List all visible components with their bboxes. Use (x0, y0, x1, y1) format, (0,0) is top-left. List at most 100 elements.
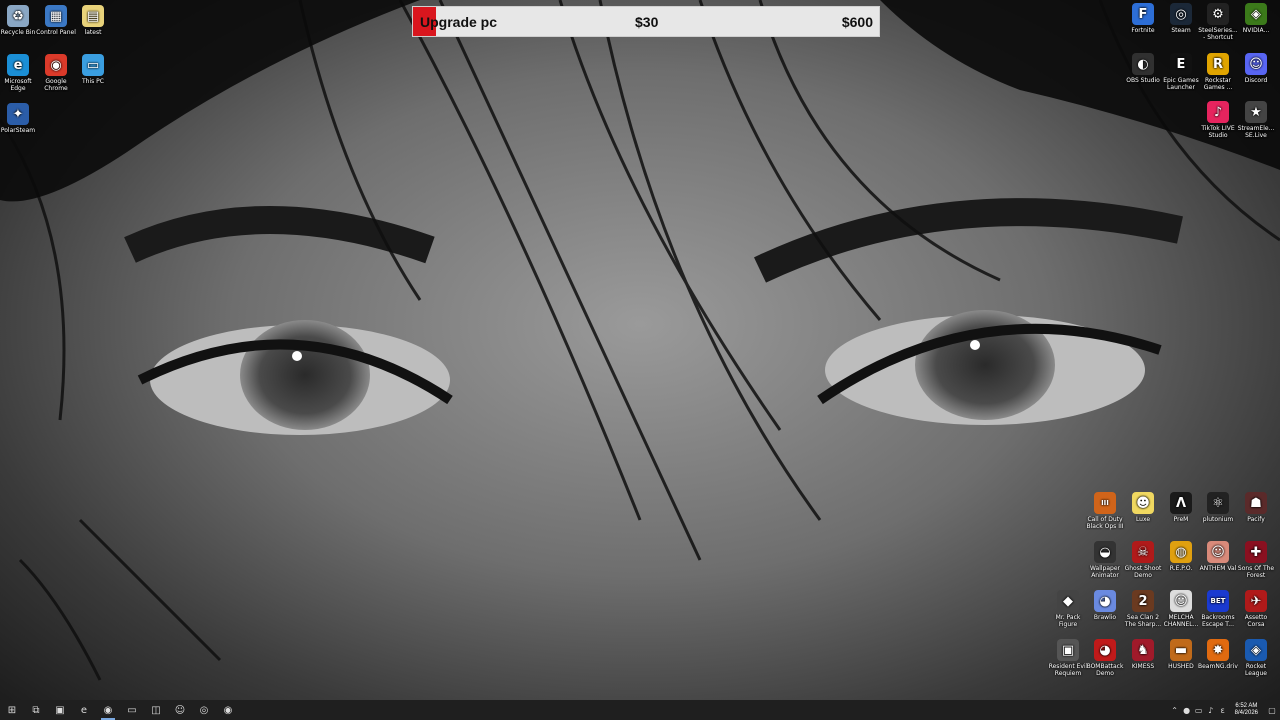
desktop-icon-label: Ghost Shoot Demo (1124, 565, 1162, 579)
desktop-icon-sea-sharp[interactable]: 2 Sea Clan 2 The Sharp... (1123, 590, 1163, 628)
taskbar-record[interactable]: ◉ (216, 700, 240, 720)
chevron-up-icon[interactable]: ⌃ (1169, 706, 1181, 715)
taskbar-task-view[interactable]: ⧉ (24, 700, 48, 720)
edge-icon: e (7, 54, 29, 76)
desktop-icon-label: ANTHEM Val (1199, 565, 1237, 572)
desktop-icon-label: Epic Games Launcher (1163, 77, 1199, 91)
notification-icon[interactable]: ▢ (1264, 706, 1280, 715)
desktop-icon-pacify[interactable]: ☗ Pacify (1236, 492, 1276, 523)
repo-icon: ◍ (1170, 541, 1192, 563)
ghost-demo-icon: ☠ (1132, 541, 1154, 563)
backrooms-icon: BET (1207, 590, 1229, 612)
desktop-icon-label: Wallpaper Animator (1089, 565, 1120, 579)
desktop-icon-hushed[interactable]: ▬ HUSHED (1161, 639, 1201, 670)
desktop-icon-label: Rocket League (1245, 663, 1267, 677)
streamelements-icon: ★ (1245, 101, 1267, 123)
desktop-icon-melonchat[interactable]: ☺ MELCHA CHANNEL... (1161, 590, 1201, 628)
bombattack-icon: ◕ (1094, 639, 1116, 661)
desktop-icon-label: Fortnite (1131, 27, 1155, 34)
desktop-icon-backrooms[interactable]: BET Backrooms Escape T... (1198, 590, 1238, 628)
desktop-icon-edge[interactable]: e Microsoft Edge (0, 54, 38, 92)
taskbar-steam[interactable]: ◎ (192, 700, 216, 720)
desktop-icon-label: Control Panel (36, 29, 76, 36)
taskbar-edge[interactable]: e (72, 700, 96, 720)
goal-title: Upgrade pc (420, 14, 498, 30)
desktop-icon-chrome[interactable]: ◉ Google Chrome (36, 54, 76, 92)
taskbar-explorer[interactable]: ▭ (120, 700, 144, 720)
mr-pack-icon: ◆ (1057, 590, 1079, 612)
desktop-icon-control-panel[interactable]: ▦ Control Panel (36, 5, 76, 36)
desktop-icon-beamng[interactable]: ✸ BeamNG.drive (1198, 639, 1238, 670)
steam-icon: ◎ (199, 704, 209, 716)
system-tray: ⌃ ● ▭ ♪ ε 6:52 AM 8/4/2026 ▢ (1169, 700, 1280, 720)
taskbar: ⊞ ⧉ ▣ e ◉ ▭ ◫ ☺ ◎ ◉ ⌃ ● ▭ ♪ ε 6:52 AM 8/4/2026 ▢ (0, 700, 1280, 720)
desktop-icon-label: BeamNG.drive (1198, 663, 1238, 670)
desktop-icon-label: This PC (82, 78, 104, 85)
chrome-icon: ◉ (103, 704, 113, 716)
desktop-icon-discord[interactable]: ☺ Discord (1236, 53, 1276, 84)
desktop-icon-label: Call of Duty Black Ops III (1086, 516, 1124, 530)
desktop-icon-prem[interactable]: Λ PreM (1161, 492, 1201, 523)
desktop-icon-rockstar[interactable]: R Rockstar Games ... (1198, 53, 1238, 91)
donation-goal-bar: Upgrade pc $30 $600 (412, 6, 880, 37)
desktop-icon-brawlio[interactable]: ◕ Brawlio (1085, 590, 1125, 621)
desktop-icon-assetto[interactable]: ✈ Assetto Corsa (1236, 590, 1276, 628)
desktop-icon-steam[interactable]: ◎ Steam (1161, 3, 1201, 34)
desktop-icon-rocket-league[interactable]: ◈ Rocket League (1236, 639, 1276, 677)
taskbar-discord[interactable]: ☺ (168, 700, 192, 720)
desktop-icon-repo[interactable]: ◍ R.E.P.O. (1161, 541, 1201, 572)
recycle-bin-icon: ♻ (7, 5, 29, 27)
desktop-icon-resident[interactable]: ▣ Resident Evil Requiem (1048, 639, 1088, 677)
taskbar-pinned-apps: ⊞ ⧉ ▣ e ◉ ▭ ◫ ☺ ◎ ◉ (0, 700, 240, 720)
desktop-icon-label: NVIDIA... (1242, 27, 1270, 34)
taskbar-start[interactable]: ⊞ (0, 700, 24, 720)
desktop-icon-latest[interactable]: ▤ latest (73, 5, 113, 36)
desktop-icon-steelseries[interactable]: ⚙ SteelSeries... - Shortcut (1198, 3, 1238, 41)
desktop-icon-label: TikTok LIVE Studio (1201, 125, 1235, 139)
desktop-icon-label: Sons Of The Forest (1237, 565, 1275, 579)
desktop-icon-kimess[interactable]: ♞ KIMESS (1123, 639, 1163, 670)
desktop-icon-ghost-demo[interactable]: ☠ Ghost Shoot Demo (1123, 541, 1163, 579)
desktop-icon-sons-forest[interactable]: ✚ Sons Of The Forest (1236, 541, 1276, 579)
mic-icon[interactable]: ● (1181, 706, 1193, 715)
discord-icon: ☺ (1245, 53, 1267, 75)
desktop-icon-label: Recycle Bin (0, 29, 36, 36)
desktop-icon-nvidia[interactable]: ◈ NVIDIA... (1236, 3, 1276, 34)
taskbar-app1[interactable]: ◫ (144, 700, 168, 720)
desktop-icon-wallpaper-animator[interactable]: ◒ Wallpaper Animator (1085, 541, 1125, 579)
desktop-icon-anthem[interactable]: ☺ ANTHEM Val (1198, 541, 1238, 572)
desktop-icon-plutonium[interactable]: ⚛ plutonium (1198, 492, 1238, 523)
desktop-icon-recycle-bin[interactable]: ♻ Recycle Bin (0, 5, 38, 36)
epic-games-icon: E (1170, 53, 1192, 75)
desktop-icon-mr-pack[interactable]: ◆ Mr. Pack Figure (1048, 590, 1088, 628)
rocket-league-icon: ◈ (1245, 639, 1267, 661)
desktop-icon-obs[interactable]: ◐ OBS Studio (1123, 53, 1163, 84)
desktop-icon-streamelements[interactable]: ★ StreamEle... SE.Live (1236, 101, 1276, 139)
language-icon[interactable]: ε (1217, 706, 1229, 715)
tiktok-icon: ♪ (1207, 101, 1229, 123)
steelseries-icon: ⚙ (1207, 3, 1229, 25)
volume-icon[interactable]: ♪ (1205, 706, 1217, 715)
computer-icon: ▭ (82, 54, 104, 76)
desktop-icon-polarsteam[interactable]: ✦ PolarSteam (0, 103, 38, 134)
desktop-icon-bombattack[interactable]: ◕ BOMBattack Demo (1085, 639, 1125, 677)
clock-date: 8/4/2026 (1234, 710, 1258, 716)
obs-icon: ◐ (1132, 53, 1154, 75)
network-icon[interactable]: ▭ (1193, 706, 1205, 715)
kimess-icon: ♞ (1132, 639, 1154, 661)
desktop-icon-this-pc[interactable]: ▭ This PC (73, 54, 113, 85)
desktop-icon-epic[interactable]: E Epic Games Launcher (1161, 53, 1201, 91)
desktop-icon-label: SteelSeries... - Shortcut (1198, 27, 1238, 41)
desktop-icon-label: Sea Clan 2 The Sharp... (1124, 614, 1162, 628)
desktop-icon-label: Resident Evil Requiem (1048, 663, 1088, 677)
desktop-icon-fortnite[interactable]: F Fortnite (1123, 3, 1163, 34)
taskbar-chrome[interactable]: ◉ (96, 700, 120, 720)
taskbar-store[interactable]: ▣ (48, 700, 72, 720)
clock[interactable]: 6:52 AM 8/4/2026 (1229, 703, 1264, 717)
desktop-icon-label: BOMBattack Demo (1086, 663, 1124, 677)
desktop-icon-tiktok[interactable]: ♪ TikTok LIVE Studio (1198, 101, 1238, 139)
melchat-icon: ☺ (1170, 590, 1192, 612)
desktop-icon-luxe[interactable]: ☻ Luxe (1123, 492, 1163, 523)
desktop-icon-cod[interactable]: III Call of Duty Black Ops III (1085, 492, 1125, 530)
desktop-icon-label: Brawlio (1093, 614, 1117, 621)
